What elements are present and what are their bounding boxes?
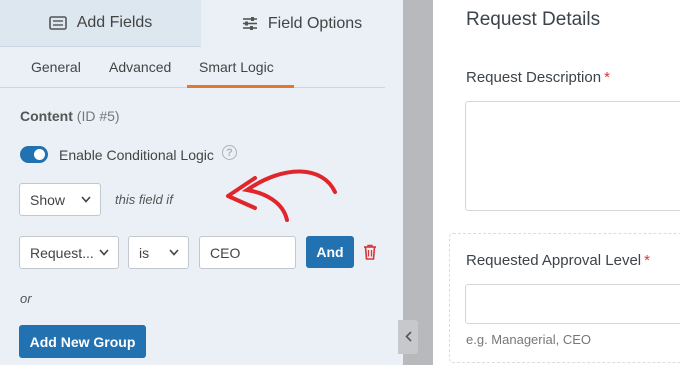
- action-select[interactable]: Show: [19, 183, 101, 216]
- section-title: Request Details: [466, 9, 601, 30]
- collapse-panel-button[interactable]: [398, 320, 418, 354]
- required-marker: *: [644, 252, 650, 269]
- annotation-arrow: [226, 169, 337, 222]
- description-textarea[interactable]: [465, 101, 680, 211]
- form-preview: Request Details Request Description * Req…: [433, 0, 680, 365]
- required-marker: *: [604, 69, 610, 86]
- chevron-down-icon: [81, 196, 91, 203]
- field-id: (ID #5): [76, 108, 120, 124]
- add-new-group-button[interactable]: Add New Group: [19, 325, 146, 358]
- chevron-down-icon: [169, 249, 179, 256]
- active-subtab-indicator: [187, 85, 294, 88]
- tab-add-fields-label: Add Fields: [76, 14, 153, 31]
- panel-divider: [403, 0, 433, 365]
- rule-operator-select[interactable]: is: [128, 236, 189, 269]
- list-icon: [48, 16, 67, 30]
- options-subtabs: General Advanced Smart Logic: [0, 48, 385, 88]
- sliders-icon: [242, 16, 258, 31]
- approval-label-text: Requested Approval Level: [466, 252, 642, 269]
- conditional-logic-label: Enable Conditional Logic: [59, 147, 214, 163]
- tab-add-fields[interactable]: Add Fields: [0, 0, 201, 47]
- approval-hint-text: e.g. Managerial, CEO: [466, 332, 592, 347]
- condition-text: this field if: [115, 192, 173, 207]
- field-name: Content: [20, 108, 73, 124]
- approval-field-label: Requested Approval Level *: [466, 252, 650, 269]
- field-heading: Content (ID #5): [20, 108, 120, 124]
- description-label-text: Request Description: [466, 69, 602, 86]
- tab-field-options[interactable]: Field Options: [201, 0, 403, 47]
- conditional-logic-toggle[interactable]: [20, 146, 48, 163]
- toggle-knob: [34, 149, 45, 160]
- subtab-advanced[interactable]: Advanced: [109, 59, 171, 75]
- rule-value-input[interactable]: [199, 236, 296, 269]
- rule-field-select[interactable]: Request...: [19, 236, 119, 269]
- field-options-panel: Add Fields Field Options General Advance…: [0, 0, 403, 365]
- or-label: or: [20, 291, 32, 306]
- tab-field-options-label: Field Options: [267, 14, 363, 32]
- chevron-left-icon: [404, 330, 412, 345]
- rule-field-value: Request...: [30, 244, 94, 261]
- trash-icon[interactable]: [363, 244, 377, 260]
- and-button[interactable]: And: [306, 236, 354, 268]
- approval-level-input[interactable]: [465, 284, 680, 324]
- subtab-smart-logic[interactable]: Smart Logic: [199, 59, 274, 75]
- chevron-down-icon: [99, 249, 109, 256]
- description-field-label: Request Description *: [466, 69, 610, 86]
- help-icon[interactable]: ?: [222, 145, 237, 160]
- panel-tabs: Add Fields Field Options: [0, 0, 403, 47]
- rule-operator-value: is: [139, 244, 150, 261]
- action-select-value: Show: [30, 191, 66, 208]
- subtab-general[interactable]: General: [31, 59, 81, 75]
